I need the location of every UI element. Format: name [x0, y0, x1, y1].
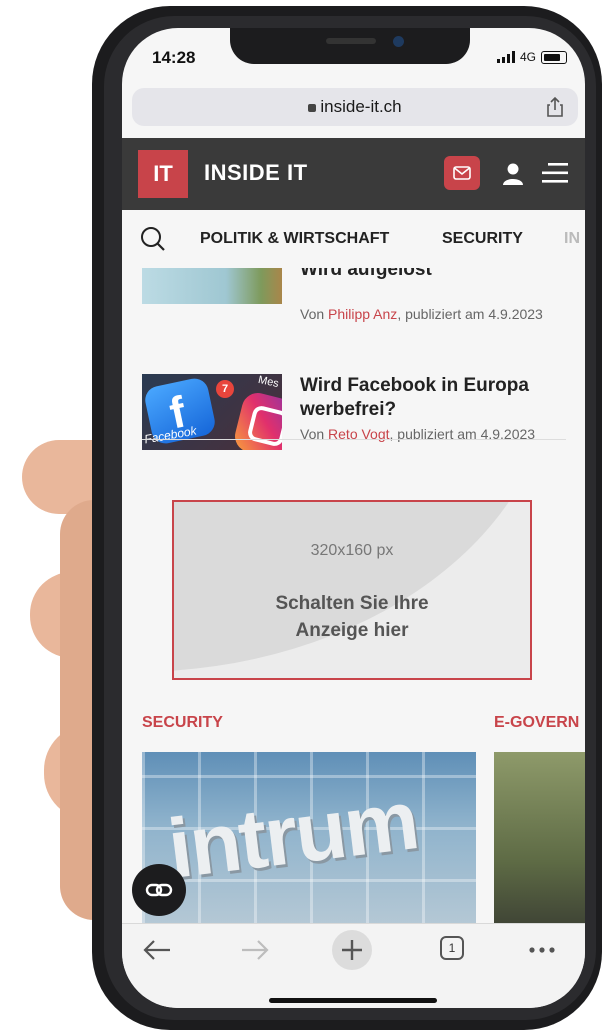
tabs-button[interactable]: 1 — [440, 936, 464, 960]
instagram-app-icon — [231, 389, 282, 450]
front-camera — [393, 36, 404, 47]
messenger-label: Mes — [256, 374, 280, 391]
article-meta: Von Reto Vogt, publiziert am 4.9.2023 — [300, 424, 585, 445]
back-arrow-icon[interactable] — [142, 938, 172, 962]
status-time: 14:28 — [152, 48, 196, 67]
new-tab-button[interactable] — [332, 930, 372, 970]
forward-arrow-icon[interactable] — [240, 938, 270, 962]
ad-size-label: 320x160 px — [310, 542, 394, 559]
article-title[interactable]: Wird Facebook in Europa werbefrei? — [300, 374, 580, 422]
site-logo-text[interactable]: INSIDE IT — [204, 160, 308, 186]
hamburger-menu-icon[interactable] — [542, 162, 568, 184]
plus-icon — [342, 940, 362, 960]
meta-prefix: Von — [300, 306, 329, 322]
browser-toolbar: 1 — [122, 923, 585, 1008]
newsletter-button[interactable] — [444, 156, 480, 190]
section-egovernment-label[interactable]: E-GOVERN — [494, 714, 579, 732]
ad-placeholder[interactable]: 320x160 px Schalten Sie Ihre Anzeige hie… — [172, 500, 532, 680]
phone-screen: 14:28 4G inside-it.ch IT INSIDE IT POLIT… — [122, 28, 585, 1008]
battery-icon — [541, 50, 567, 64]
article-thumbnail — [142, 268, 282, 304]
lock-icon — [308, 104, 317, 112]
category-nav: POLITIK & WIRTSCHAFT SECURITY IN — [122, 210, 585, 269]
mail-icon — [453, 166, 471, 180]
signal-icon — [496, 51, 515, 63]
url-text: inside-it.ch — [320, 97, 402, 116]
user-icon[interactable] — [502, 162, 524, 186]
reader-mode-button[interactable] — [132, 864, 186, 916]
instagram-glyph — [246, 404, 282, 448]
security-article-image[interactable]: intrum — [142, 752, 476, 923]
site-logo-mark[interactable]: IT — [138, 150, 188, 198]
article-title[interactable]: Wird aufgelöst — [300, 268, 580, 282]
speaker — [326, 38, 376, 44]
divider — [142, 439, 566, 440]
link-icon — [145, 883, 173, 897]
network-type: 4G — [519, 50, 536, 64]
egovernment-article-image[interactable] — [494, 752, 585, 923]
meta-suffix: , publiziert am 4.9.2023 — [397, 306, 543, 322]
share-icon[interactable] — [544, 96, 566, 118]
more-options-icon[interactable] — [528, 946, 556, 954]
article-meta: Von Philipp Anz, publiziert am 4.9.2023 — [300, 304, 585, 325]
ad-cta-text: Schalten Sie Ihre Anzeige hier — [174, 590, 530, 644]
url-display: inside-it.ch — [132, 97, 578, 117]
nav-item-security[interactable]: SECURITY — [442, 230, 523, 248]
main-content: Wird aufgelöst Von Philipp Anz, publizie… — [122, 268, 585, 923]
nav-item-politik[interactable]: POLITIK & WIRTSCHAFT — [200, 230, 389, 248]
notch — [230, 28, 470, 64]
nav-item-more[interactable]: IN — [564, 230, 580, 248]
tab-count: 1 — [448, 941, 456, 955]
home-indicator[interactable] — [269, 998, 437, 1003]
ad-background-shape — [174, 502, 530, 672]
article-author[interactable]: Philipp Anz — [328, 306, 397, 322]
notification-badge: 7 — [216, 380, 234, 398]
status-indicators: 4G — [496, 50, 567, 64]
section-security-label[interactable]: SECURITY — [142, 714, 223, 732]
site-header: IT INSIDE IT — [122, 138, 585, 210]
ad-cta-line: Schalten Sie Ihre Anzeige hier — [275, 593, 429, 641]
search-icon[interactable] — [140, 226, 166, 252]
address-bar[interactable]: inside-it.ch — [132, 88, 578, 126]
